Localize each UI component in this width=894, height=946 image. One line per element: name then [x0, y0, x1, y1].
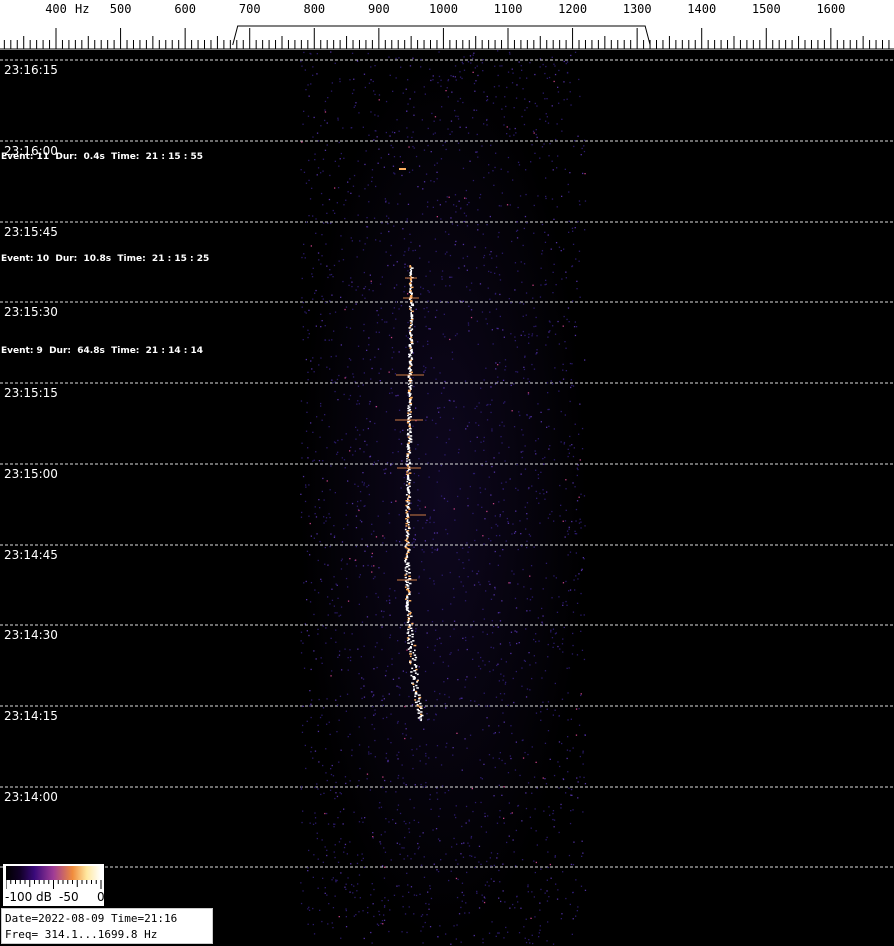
time-label: 23:14:45 [4, 548, 58, 562]
legend-max-label: 0 [97, 890, 105, 904]
freq-tick-label: 1100 [493, 2, 523, 16]
freq-tick-label: 1200 [558, 2, 588, 16]
freq-tick-label: 1300 [622, 2, 652, 16]
event-blip [399, 168, 406, 170]
freq-tick-label: 600 [174, 2, 197, 16]
time-label: 23:16:15 [4, 63, 58, 77]
freq-tick-label: 500 [109, 2, 132, 16]
event-label: Event: 9 Dur: 64.8s Time: 21 : 14 : 14 [1, 346, 203, 356]
freq-tick-label: 900 [368, 2, 390, 16]
event-label: Event: 11 Dur: 0.4s Time: 21 : 15 : 55 [1, 152, 203, 162]
legend-min-label: -100 dB [5, 890, 52, 904]
spectrogram [0, 50, 894, 945]
time-label: 23:15:45 [4, 225, 58, 239]
time-label: 23:14:00 [4, 790, 58, 804]
time-label: 23:15:00 [4, 467, 58, 481]
time-label: 23:14:15 [4, 709, 58, 723]
freq-tick-label: 400 [45, 2, 67, 16]
freq-unit-label: Hz [75, 2, 90, 16]
time-label: 23:15:15 [4, 386, 58, 400]
time-label: 23:14:30 [4, 628, 58, 642]
legend-gradient [6, 866, 101, 880]
info-date-time: Date=2022-08-09 Time=21:16 [5, 912, 178, 925]
meteor-trace [395, 168, 426, 722]
legend-ticks [6, 880, 102, 889]
noise-speckle [300, 50, 587, 945]
freq-tick-label: 1000 [429, 2, 458, 16]
info-freq-range: Freq= 314.1...1699.8 Hz [5, 928, 158, 941]
freq-tick-label: 1400 [687, 2, 717, 16]
frequency-scale: 400 500 600 700 800 900 1000 1100 1200 1300 1400 15… [0, 0, 894, 50]
freq-tick-label: 1500 [751, 2, 781, 16]
event-label: Event: 10 Dur: 10.8s Time: 21 : 15 : 25 [1, 254, 210, 264]
time-label: 23:15:30 [4, 305, 58, 319]
freq-tick-label: 700 [238, 2, 261, 16]
info-box: Date=2022-08-09 Time=21:16 Freq= 314.1..… [1, 908, 213, 944]
color-legend: -100 dB -50 0 [3, 864, 105, 906]
freq-tick-label: 1600 [816, 2, 846, 16]
freq-tick-label: 800 [303, 2, 326, 16]
legend-mid-label: -50 [59, 890, 79, 904]
